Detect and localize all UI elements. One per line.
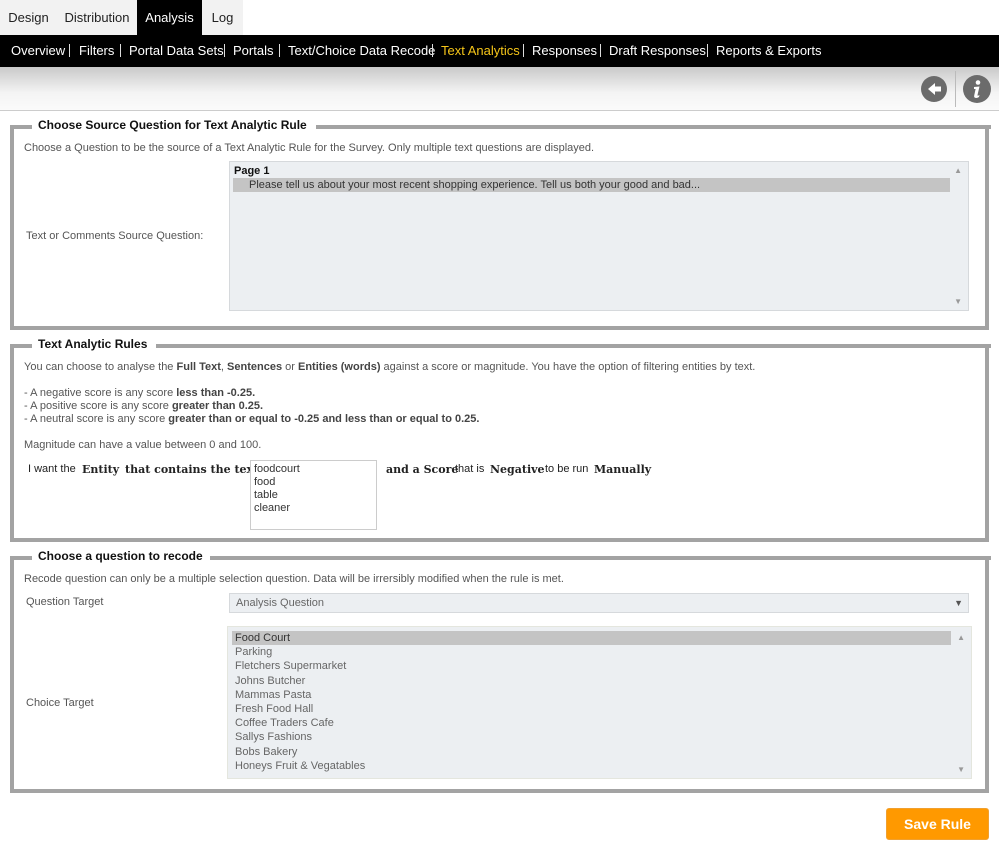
choice-option[interactable]: Fletchers Supermarket bbox=[232, 659, 951, 673]
subnav-portal-data-sets[interactable]: Portal Data Sets bbox=[129, 35, 224, 67]
nav-separator bbox=[707, 44, 708, 57]
intro-text: or bbox=[282, 361, 298, 373]
scroll-up-icon[interactable]: ▲ bbox=[954, 166, 962, 175]
filter-text-line: foodcourt bbox=[254, 463, 300, 475]
save-rule-button[interactable]: Save Rule bbox=[886, 808, 989, 840]
tab-design[interactable]: Design bbox=[0, 0, 57, 35]
filter-text-input[interactable]: foodcourt food table cleaner bbox=[250, 460, 377, 530]
tab-analysis[interactable]: Analysis bbox=[137, 0, 202, 35]
source-question-section: Choose Source Question for Text Analytic… bbox=[10, 118, 991, 330]
tab-log[interactable]: Log bbox=[202, 0, 243, 35]
run-mode-selector[interactable]: Manually bbox=[594, 463, 651, 476]
section-border bbox=[210, 556, 991, 560]
choice-target-listbox[interactable]: Food Court Parking Fletchers Supermarket… bbox=[227, 626, 972, 779]
section-border bbox=[156, 344, 991, 348]
section-description: Choose a Question to be the source of a … bbox=[24, 142, 595, 154]
subnav-text-choice-data-recode[interactable]: Text/Choice Data Recode bbox=[288, 35, 435, 67]
source-question-listbox[interactable]: Page 1 Please tell us about your most re… bbox=[229, 161, 969, 311]
section-border bbox=[316, 125, 991, 129]
intro-text: against a score or magnitude. You have t… bbox=[380, 361, 756, 373]
i-want-the-text: I want the bbox=[28, 463, 76, 475]
list-option[interactable]: Please tell us about your most recent sh… bbox=[233, 178, 950, 193]
top-tabs: Design Distribution Analysis Log bbox=[0, 0, 999, 35]
recode-question-section: Choose a question to recode Recode quest… bbox=[10, 549, 991, 793]
intro-bold: Full Text bbox=[176, 361, 221, 373]
contains-text-label[interactable]: that contains the text bbox=[125, 463, 258, 476]
nav-separator bbox=[432, 44, 433, 57]
rule-bold: less than -0.25. bbox=[176, 387, 256, 399]
choice-option[interactable]: Johns Butcher bbox=[232, 674, 951, 688]
subnav-draft-responses[interactable]: Draft Responses bbox=[609, 35, 706, 67]
choice-option[interactable]: Coffee Traders Cafe bbox=[232, 716, 951, 730]
section-legend: Text Analytic Rules bbox=[38, 337, 148, 351]
question-target-select[interactable]: Analysis Question ▼ bbox=[229, 593, 969, 613]
text-analytic-rules-section: Text Analytic Rules You can choose to an… bbox=[10, 337, 991, 542]
subnav-reports-exports[interactable]: Reports & Exports bbox=[716, 35, 822, 67]
subnav-overview[interactable]: Overview bbox=[11, 35, 65, 67]
rule-text: - A positive score is any score bbox=[24, 400, 172, 412]
rule-text: - A neutral score is any score bbox=[24, 413, 169, 425]
toolbar bbox=[0, 67, 999, 111]
score-type-selector[interactable]: and a Score bbox=[386, 463, 458, 476]
sub-navigation: Overview Filters Portal Data Sets Portal… bbox=[0, 35, 999, 67]
intro-text: You can choose to analyse the bbox=[24, 361, 177, 373]
choice-option[interactable]: Food Court bbox=[232, 631, 951, 646]
nav-separator bbox=[224, 44, 225, 57]
subnav-portals[interactable]: Portals bbox=[233, 35, 273, 67]
that-is-text: that is bbox=[455, 463, 485, 475]
choice-option[interactable]: Fresh Food Hall bbox=[232, 702, 951, 716]
back-icon[interactable] bbox=[921, 76, 947, 102]
toolbar-separator bbox=[955, 71, 956, 107]
magnitude-note: Magnitude can have a value between 0 and… bbox=[24, 439, 262, 451]
intro-bold: Entities (words) bbox=[297, 361, 381, 373]
sentiment-selector[interactable]: Negative bbox=[490, 463, 545, 476]
scroll-up-icon[interactable]: ▲ bbox=[957, 633, 965, 642]
negative-score-rule: - A negative score is any score less tha… bbox=[24, 387, 255, 399]
choice-option[interactable]: Honeys Fruit & Vegatables bbox=[232, 759, 951, 773]
list-group-label: Page 1 bbox=[234, 165, 270, 177]
choice-target-label: Choice Target bbox=[26, 697, 94, 709]
section-description: Recode question can only be a multiple s… bbox=[24, 573, 564, 585]
scroll-down-icon[interactable]: ▼ bbox=[957, 765, 965, 774]
choice-option[interactable]: Sallys Fashions bbox=[232, 730, 951, 744]
choice-option[interactable]: Parking bbox=[232, 645, 951, 659]
dropdown-arrow-icon: ▼ bbox=[954, 598, 963, 608]
selected-value: Analysis Question bbox=[236, 597, 325, 609]
filter-text-line: cleaner bbox=[254, 502, 291, 514]
section-border bbox=[10, 556, 32, 560]
choice-option[interactable]: Mammas Pasta bbox=[232, 688, 951, 702]
positive-score-rule: - A positive score is any score greater … bbox=[24, 400, 263, 412]
choice-option[interactable]: Bobs Bakery bbox=[232, 745, 951, 759]
rule-bold: greater than or equal to -0.25 and less … bbox=[168, 413, 480, 425]
filter-text-line: food bbox=[254, 476, 276, 488]
filter-text-line: table bbox=[254, 489, 278, 501]
rules-intro: You can choose to analyse the Full Text,… bbox=[24, 361, 755, 373]
nav-separator bbox=[279, 44, 280, 57]
section-border bbox=[10, 125, 32, 129]
nav-separator bbox=[523, 44, 524, 57]
scroll-down-icon[interactable]: ▼ bbox=[954, 297, 962, 306]
to-be-run-text: to be run bbox=[545, 463, 589, 475]
nav-separator bbox=[120, 44, 121, 57]
nav-separator bbox=[69, 44, 70, 57]
subnav-text-analytics[interactable]: Text Analytics bbox=[441, 35, 520, 67]
choice-list: Food Court Parking Fletchers Supermarket… bbox=[228, 627, 971, 773]
target-type-selector[interactable]: Entity bbox=[82, 463, 119, 476]
subnav-responses[interactable]: Responses bbox=[532, 35, 597, 67]
neutral-score-rule: - A neutral score is any score greater t… bbox=[24, 413, 479, 425]
info-icon[interactable] bbox=[963, 75, 991, 103]
rule-bold: greater than 0.25. bbox=[171, 400, 264, 412]
tab-distribution[interactable]: Distribution bbox=[57, 0, 137, 35]
source-question-label: Text or Comments Source Question: bbox=[26, 230, 204, 242]
intro-bold: Sentences bbox=[227, 361, 283, 373]
question-target-label: Question Target bbox=[26, 596, 104, 608]
section-legend: Choose a question to recode bbox=[38, 549, 203, 563]
rule-text: - A negative score is any score bbox=[24, 387, 177, 399]
subnav-filters[interactable]: Filters bbox=[79, 35, 114, 67]
nav-separator bbox=[600, 44, 601, 57]
section-legend: Choose Source Question for Text Analytic… bbox=[38, 118, 307, 132]
section-border bbox=[10, 344, 32, 348]
